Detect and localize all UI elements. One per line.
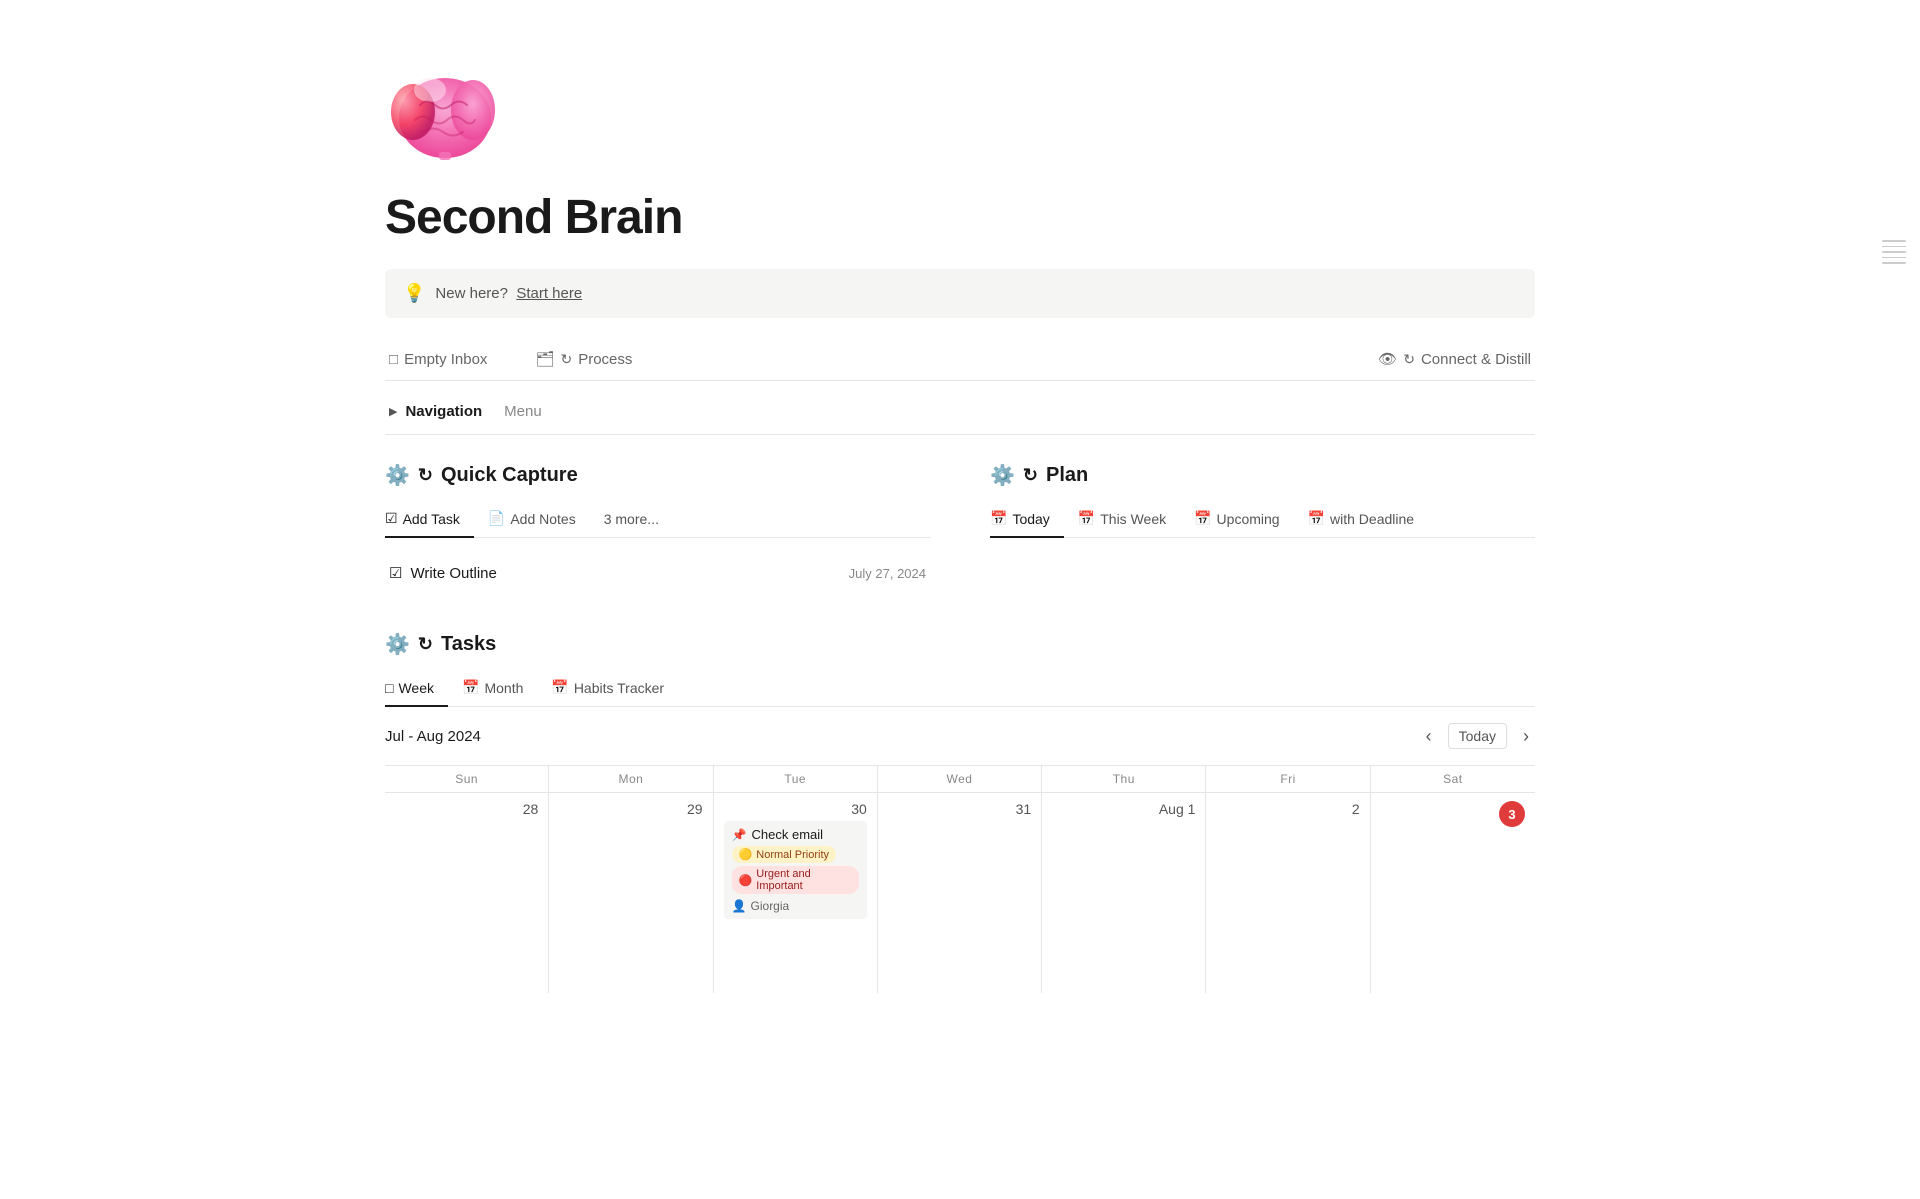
cal-cell-2: 2 bbox=[1206, 793, 1370, 993]
tasks-section: ⚙️ ↻ Tasks □ Week 📅 Month 📅 Habits Track… bbox=[385, 632, 1535, 993]
deadline-cal-icon: 📅 bbox=[1308, 510, 1325, 527]
chevron-right-icon: ▶ bbox=[389, 405, 397, 418]
quick-capture-icon1: ⚙️ bbox=[385, 463, 410, 488]
quick-capture-icon2: ↻ bbox=[418, 465, 433, 486]
cal-event-person: 👤 Giorgia bbox=[732, 899, 859, 913]
cal-header-mon: Mon bbox=[549, 766, 713, 792]
task-write-outline: ☑ Write Outline July 27, 2024 bbox=[385, 554, 930, 592]
quick-capture-section: ⚙️ ↻ Quick Capture ☑ Add Task 📄 Add Note… bbox=[385, 463, 930, 592]
process-nav[interactable]: 🗂 ↻ Process bbox=[535, 350, 632, 368]
plan-icon2: ↻ bbox=[1023, 465, 1038, 486]
cal-cell-29: 29 bbox=[549, 793, 713, 993]
tasks-tabs: □ Week 📅 Month 📅 Habits Tracker bbox=[385, 671, 1535, 707]
cal-header-wed: Wed bbox=[878, 766, 1042, 792]
month-icon: 📅 bbox=[462, 679, 479, 696]
tag-urgent-important: 🔴 Urgent and Important bbox=[732, 866, 859, 894]
connect-cycle-icon: ↻ bbox=[1403, 351, 1415, 368]
next-week-btn[interactable]: › bbox=[1517, 724, 1535, 749]
cal-cell-3-today: 3 bbox=[1371, 793, 1535, 993]
tab-add-notes[interactable]: 📄 Add Notes bbox=[474, 502, 590, 538]
person-icon: 👤 bbox=[732, 899, 747, 913]
pin-icon: 📌 bbox=[732, 828, 747, 842]
connect-distill-nav[interactable]: 👁 ↻ Connect & Distill bbox=[1378, 350, 1531, 368]
cal-event-check-email[interactable]: 📌 Check email 🟡 Normal Priority 🔴 Urgent… bbox=[724, 821, 867, 919]
today-cal-icon: 📅 bbox=[990, 510, 1007, 527]
tab-week[interactable]: □ Week bbox=[385, 672, 448, 707]
quick-capture-header: ⚙️ ↻ Quick Capture bbox=[385, 463, 930, 488]
new-here-banner: 💡 New here? Start here bbox=[385, 269, 1535, 318]
cal-cell-30: 30 📌 Check email 🟡 Normal Priority bbox=[714, 793, 878, 993]
two-col-layout: ⚙️ ↻ Quick Capture ☑ Add Task 📄 Add Note… bbox=[385, 463, 1535, 592]
cal-header-thu: Thu bbox=[1042, 766, 1206, 792]
tasks-header: ⚙️ ↻ Tasks bbox=[385, 632, 1535, 657]
tab-this-week[interactable]: 📅 This Week bbox=[1064, 502, 1180, 538]
process-cycle-icon: ↻ bbox=[560, 351, 572, 368]
tasks-date-nav: Jul - Aug 2024 ‹ Today › bbox=[385, 723, 1535, 749]
notes-icon: 📄 bbox=[488, 510, 505, 527]
checkbox-icon: ☑ bbox=[385, 510, 398, 527]
new-here-text: New here? Start here bbox=[435, 285, 582, 302]
tab-habits-tracker[interactable]: 📅 Habits Tracker bbox=[537, 671, 678, 707]
tab-today[interactable]: 📅 Today bbox=[990, 502, 1064, 538]
tasks-icon1: ⚙️ bbox=[385, 632, 410, 657]
cal-cell-28: 28 bbox=[385, 793, 549, 993]
plan-tabs: 📅 Today 📅 This Week 📅 Upcoming 📅 with De… bbox=[990, 502, 1535, 538]
tab-more[interactable]: 3 more... bbox=[590, 503, 673, 538]
cal-header-fri: Fri bbox=[1206, 766, 1370, 792]
habits-icon: 📅 bbox=[551, 679, 568, 696]
page-title: Second Brain bbox=[385, 190, 1535, 245]
task-checkbox-icon: ☑ bbox=[389, 564, 402, 582]
inbox-icon: □ bbox=[389, 351, 398, 368]
navigation-menu-row[interactable]: ▶ Navigation Menu bbox=[385, 389, 1535, 435]
cal-cell-aug1: Aug 1 bbox=[1042, 793, 1206, 993]
today-nav-btn[interactable]: Today bbox=[1448, 723, 1507, 749]
tab-month[interactable]: 📅 Month bbox=[448, 671, 537, 707]
process-icon: 🗂 bbox=[535, 350, 554, 368]
cal-header-sun: Sun bbox=[385, 766, 549, 792]
week-icon: □ bbox=[385, 680, 393, 696]
plan-header: ⚙️ ↻ Plan bbox=[990, 463, 1535, 488]
calendar-row: 28 29 30 📌 Check email 🟡 Normal P bbox=[385, 792, 1535, 993]
prev-week-btn[interactable]: ‹ bbox=[1420, 724, 1438, 749]
calendar-header: Sun Mon Tue Wed Thu Fri Sat bbox=[385, 765, 1535, 792]
quick-nav-row: □ Empty Inbox 🗂 ↻ Process 👁 ↻ Connect & … bbox=[385, 338, 1535, 381]
cal-cell-31: 31 bbox=[878, 793, 1042, 993]
bulb-icon: 💡 bbox=[403, 283, 425, 304]
tab-with-deadline[interactable]: 📅 with Deadline bbox=[1294, 502, 1429, 538]
week-cal-icon: 📅 bbox=[1078, 510, 1095, 527]
eye-icon: 👁 bbox=[1378, 350, 1397, 368]
empty-inbox-nav[interactable]: □ Empty Inbox bbox=[389, 351, 487, 368]
tasks-icon2: ↻ bbox=[418, 634, 433, 655]
tab-add-task[interactable]: ☑ Add Task bbox=[385, 502, 474, 538]
tag-normal-priority: 🟡 Normal Priority bbox=[732, 846, 836, 863]
today-date-badge: 3 bbox=[1499, 801, 1525, 827]
cal-header-sat: Sat bbox=[1371, 766, 1535, 792]
plan-section: ⚙️ ↻ Plan 📅 Today 📅 This Week 📅 Upcoming bbox=[990, 463, 1535, 592]
plan-icon1: ⚙️ bbox=[990, 463, 1015, 488]
start-here-link[interactable]: Start here bbox=[516, 285, 582, 302]
tab-upcoming[interactable]: 📅 Upcoming bbox=[1180, 502, 1293, 538]
cal-header-tue: Tue bbox=[714, 766, 878, 792]
quick-capture-tabs: ☑ Add Task 📄 Add Notes 3 more... bbox=[385, 502, 930, 538]
scrollbar bbox=[1882, 240, 1906, 264]
upcoming-cal-icon: 📅 bbox=[1194, 510, 1211, 527]
brain-icon bbox=[385, 60, 505, 170]
